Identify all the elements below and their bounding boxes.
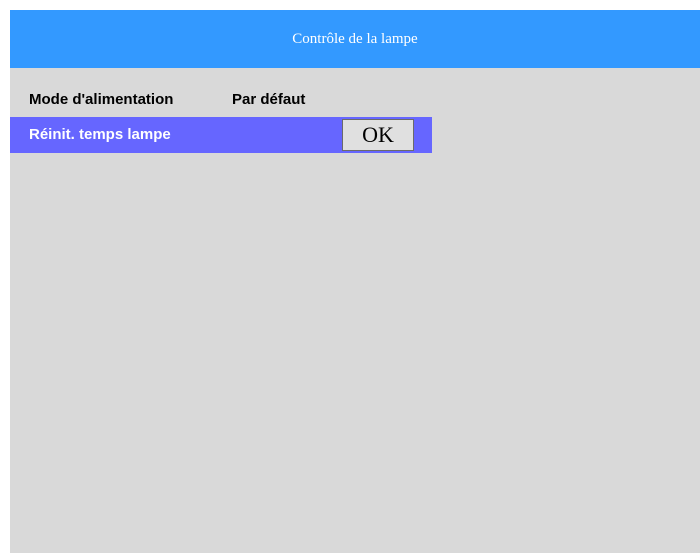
menu-item-power-mode[interactable]: Mode d'alimentation Par défaut [10,89,432,111]
menu-item-lamp-reset[interactable]: Réinit. temps lampe OK [10,117,432,153]
osd-menu-panel: Contrôle de la lampe Mode d'alimentation… [10,10,700,553]
power-mode-value[interactable]: Par défaut [232,89,305,111]
ok-button[interactable]: OK [342,119,414,151]
page-title: Contrôle de la lampe [292,30,418,47]
lamp-reset-label: Réinit. temps lampe [29,126,171,143]
menu-header: Contrôle de la lampe [10,10,700,68]
power-mode-label: Mode d'alimentation [29,91,174,108]
